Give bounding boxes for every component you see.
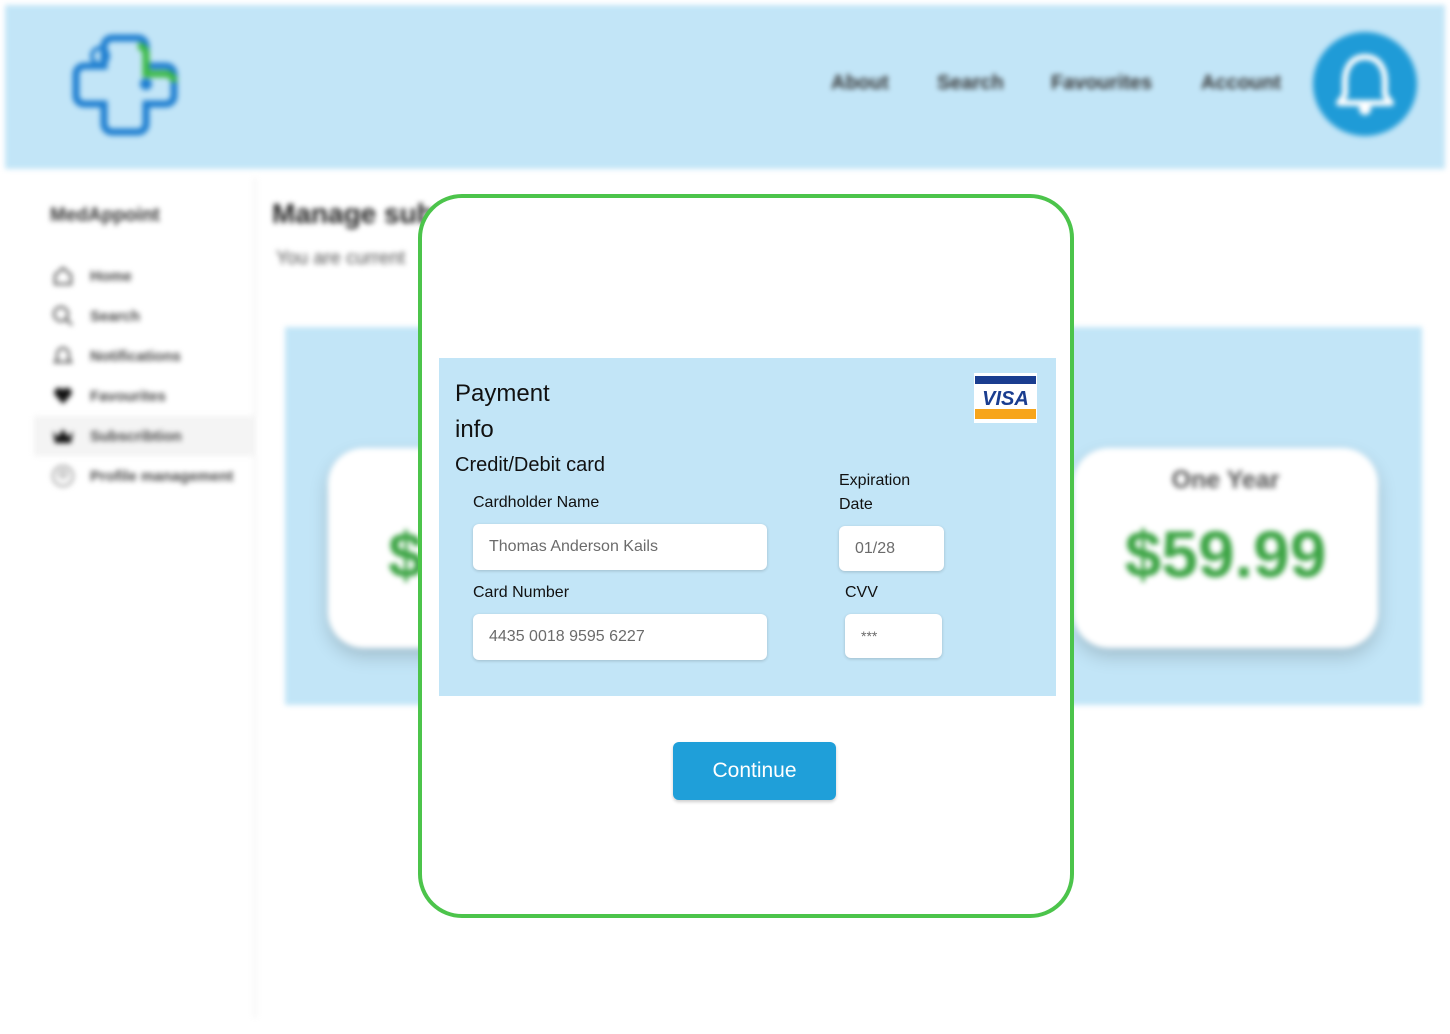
- card-number-input[interactable]: 4435 0018 9595 6227: [473, 614, 767, 660]
- card-number-value: 4435 0018 9595 6227: [489, 628, 645, 645]
- sidebar-item-favourites[interactable]: Favourites: [34, 376, 256, 416]
- cardholder-name-label: Cardholder Name: [473, 494, 600, 511]
- nav-account[interactable]: Account: [1201, 72, 1281, 95]
- sidebar-item-notifications[interactable]: Notifications: [34, 336, 256, 376]
- card-number-label: Card Number: [473, 584, 570, 601]
- payment-info-title: Payment info: [455, 380, 550, 443]
- expiration-date-label: Expiration Date: [839, 472, 911, 513]
- card-type-label: Credit/Debit card: [455, 454, 606, 476]
- visa-text: VISA: [982, 388, 1029, 410]
- user-icon: [50, 463, 76, 489]
- sidebar-item-label: Notifications: [90, 347, 181, 365]
- cvv-label: CVV: [845, 584, 878, 601]
- sidebar-item-home[interactable]: Home: [34, 256, 256, 296]
- sidebar-item-profile-management[interactable]: Profile management: [34, 456, 256, 496]
- nav-search[interactable]: Search: [937, 72, 1004, 95]
- page-subtitle: You are current: [276, 248, 406, 269]
- cardholder-name-value: Thomas Anderson Kails: [489, 538, 658, 555]
- sidebar-item-label: Subscribtion: [90, 427, 182, 445]
- heart-icon: [50, 383, 76, 409]
- expiration-date-input[interactable]: 01/28: [839, 526, 944, 571]
- bell-icon: [1336, 54, 1394, 115]
- cvv-input[interactable]: ***: [845, 614, 942, 658]
- search-icon: [50, 303, 76, 329]
- sidebar-item-search[interactable]: Search: [34, 296, 256, 336]
- visa-logo: VISA: [974, 373, 1037, 423]
- cardholder-name-input[interactable]: Thomas Anderson Kails: [473, 524, 767, 570]
- sidebar-item-label: Home: [90, 267, 132, 285]
- cvv-value: ***: [861, 628, 878, 644]
- nav-about[interactable]: About: [831, 72, 889, 95]
- crown-icon: [50, 423, 76, 449]
- sidebar-item-label: Favourites: [90, 387, 166, 405]
- plan-label: One Year: [1171, 466, 1280, 494]
- continue-button[interactable]: Continue: [673, 742, 836, 800]
- home-icon: [50, 263, 76, 289]
- page-title: Manage sub: [272, 198, 434, 229]
- sidebar-item-label: Profile management: [90, 467, 234, 485]
- plan-price: $59.99: [1124, 517, 1327, 591]
- bell-icon: [50, 343, 76, 369]
- expiration-date-value: 01/28: [855, 539, 896, 557]
- sidebar-brand: MedAppoint: [50, 205, 160, 226]
- sidebar-item-label: Search: [90, 307, 141, 325]
- notifications-button[interactable]: [1313, 32, 1417, 136]
- nav-favourites[interactable]: Favourites: [1051, 72, 1152, 95]
- plan-card-one-year[interactable]: One Year $59.99: [1073, 448, 1378, 648]
- app-logo: [72, 34, 178, 136]
- sidebar-item-subscription[interactable]: Subscribtion: [34, 416, 256, 456]
